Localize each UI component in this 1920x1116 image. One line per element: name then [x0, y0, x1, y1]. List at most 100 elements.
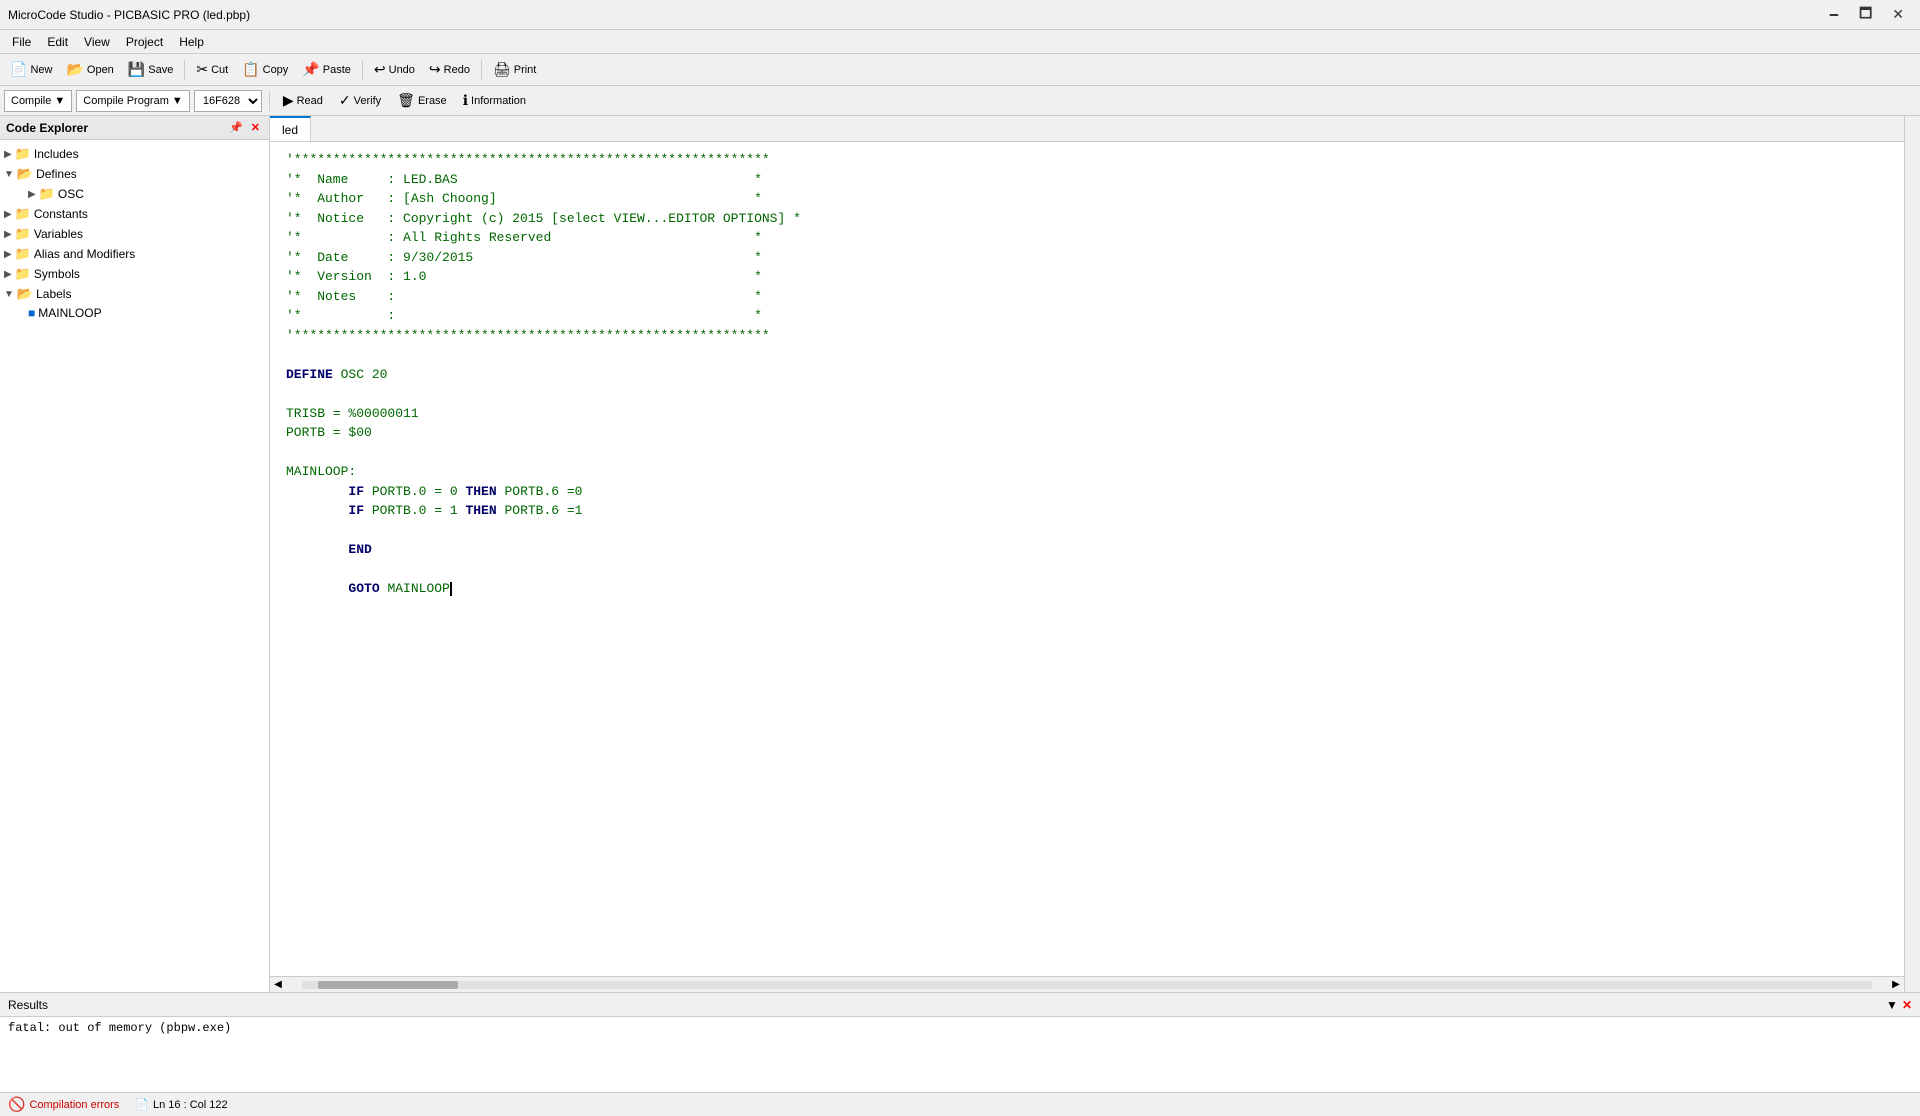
erase-icon: 🗑 [397, 92, 415, 109]
copy-button[interactable]: 📋 Copy [236, 57, 294, 83]
scroll-thumb[interactable] [318, 981, 458, 989]
error-icon: 🚫 [8, 1096, 25, 1113]
tree-item-osc[interactable]: ▶ 📁 OSC [0, 184, 269, 204]
compile-label[interactable]: Compile ▼ [5, 95, 71, 107]
code-content: '***************************************… [270, 146, 1904, 603]
compile-program-dropdown[interactable]: Compile Program ▼ [76, 90, 190, 112]
tree-item-variables[interactable]: ▶ 📁 Variables [0, 224, 269, 244]
file-icon: ■ [28, 306, 35, 320]
open-icon: 📂 [66, 61, 83, 78]
sidebar-header: Code Explorer 📌 ✕ [0, 116, 269, 140]
print-button[interactable]: 🖨 Print [487, 57, 542, 83]
paste-icon: 📌 [302, 61, 319, 78]
tree-item-defines[interactable]: ▼ 📂 Defines [0, 164, 269, 184]
menu-view[interactable]: View [76, 33, 118, 51]
compile-program-label[interactable]: Compile Program ▼ [77, 95, 189, 107]
read-button[interactable]: ▶ Read [277, 88, 329, 114]
results-content: fatal: out of memory (pbpw.exe) [0, 1017, 1920, 1092]
new-label: New [30, 64, 52, 76]
tree-item-includes[interactable]: ▶ 📁 Includes [0, 144, 269, 164]
menu-help[interactable]: Help [171, 33, 212, 51]
scroll-left-button[interactable]: ◀ [270, 979, 286, 990]
print-icon: 🖨 [493, 61, 511, 78]
information-button[interactable]: ℹ Information [457, 88, 532, 114]
editor-area: led '***********************************… [270, 116, 1904, 992]
statusbar: 🚫 Compilation errors 📄 Ln 16 : Col 122 [0, 1092, 1920, 1116]
verify-label: Verify [354, 95, 382, 107]
results-close-button[interactable]: ✕ [1902, 998, 1912, 1012]
horizontal-scrollbar[interactable]: ◀ ▶ [270, 976, 1904, 992]
cut-button[interactable]: ✂ Cut [190, 57, 234, 83]
code-tree: ▶ 📁 Includes ▼ 📂 Defines ▶ 📁 OSC ▶ 📁 Con… [0, 140, 269, 992]
main-area: Code Explorer 📌 ✕ ▶ 📁 Includes ▼ 📂 Defin… [0, 116, 1920, 992]
tab-label: led [282, 123, 298, 137]
minimize-button[interactable]: 🗕 [1821, 1, 1847, 29]
folder-icon: 📁 [15, 266, 31, 282]
device-select[interactable]: 16F628 16F84 [194, 90, 262, 112]
results-controls: ▼ ✕ [1886, 998, 1912, 1012]
error-label: Compilation errors [29, 1099, 119, 1111]
toolbar2: Compile ▼ Compile Program ▼ 16F628 16F84… [0, 86, 1920, 116]
folder-icon: 📁 [15, 206, 31, 222]
scroll-right-button[interactable]: ▶ [1888, 979, 1904, 990]
undo-button[interactable]: ↩ Undo [368, 57, 421, 83]
menubar: File Edit View Project Help [0, 30, 1920, 54]
maximize-button[interactable]: 🗖 [1851, 1, 1880, 29]
tree-item-alias[interactable]: ▶ 📁 Alias and Modifiers [0, 244, 269, 264]
menu-edit[interactable]: Edit [39, 33, 76, 51]
paste-button[interactable]: 📌 Paste [296, 57, 357, 83]
sidebar-title: Code Explorer [6, 121, 88, 135]
arrow-icon: ▶ [28, 189, 36, 200]
cut-icon: ✂ [196, 61, 208, 78]
tree-item-constants[interactable]: ▶ 📁 Constants [0, 204, 269, 224]
folder-icon: 📁 [15, 226, 31, 242]
erase-button[interactable]: 🗑 Erase [391, 88, 453, 114]
copy-icon: 📋 [242, 61, 259, 78]
tree-item-labels[interactable]: ▼ 📂 Labels [0, 284, 269, 304]
folder-icon: 📁 [15, 246, 31, 262]
sidebar-close-button[interactable]: ✕ [248, 120, 263, 135]
open-button[interactable]: 📂 Open [60, 57, 119, 83]
information-icon: ℹ [463, 92, 468, 109]
folder-icon: 📁 [39, 186, 55, 202]
compile-dropdown[interactable]: Compile ▼ [4, 90, 72, 112]
position-label: Ln 16 : Col 122 [153, 1099, 228, 1111]
menu-project[interactable]: Project [118, 33, 171, 51]
arrow-icon: ▶ [4, 249, 12, 260]
cut-label: Cut [211, 64, 228, 76]
arrow-icon: ▶ [4, 149, 12, 160]
folder-icon: 📂 [17, 286, 33, 302]
new-button[interactable]: 📄 New [4, 57, 58, 83]
save-button[interactable]: 💾 Save [122, 57, 180, 83]
verify-button[interactable]: ✓ Verify [333, 88, 387, 114]
undo-icon: ↩ [374, 61, 386, 78]
tree-item-symbols[interactable]: ▶ 📁 Symbols [0, 264, 269, 284]
code-editor[interactable]: '***************************************… [270, 142, 1904, 976]
tree-label: Variables [34, 227, 83, 241]
arrow-icon: ▶ [4, 229, 12, 240]
sidebar-header-controls: 📌 ✕ [226, 120, 263, 135]
vertical-scrollbar[interactable] [1904, 116, 1920, 992]
tab-led[interactable]: led [270, 116, 311, 141]
arrow-icon: ▶ [4, 209, 12, 220]
titlebar: MicroCode Studio - PICBASIC PRO (led.pbp… [0, 0, 1920, 30]
separator-3 [481, 60, 482, 80]
tree-label: Labels [36, 287, 71, 301]
tree-label: Includes [34, 147, 79, 161]
read-icon: ▶ [283, 92, 294, 109]
arrow-icon: ▶ [4, 269, 12, 280]
toolbar: 📄 New 📂 Open 💾 Save ✂ Cut 📋 Copy 📌 Paste… [0, 54, 1920, 86]
results-dropdown-button[interactable]: ▼ [1886, 998, 1898, 1012]
arrow-icon: ▼ [4, 289, 14, 300]
tabs: led [270, 116, 1904, 142]
print-label: Print [514, 64, 537, 76]
tree-item-mainloop[interactable]: ■ MAINLOOP [0, 304, 269, 322]
copy-label: Copy [263, 64, 289, 76]
close-button[interactable]: ✕ [1884, 1, 1912, 29]
separator-2 [362, 60, 363, 80]
sidebar: Code Explorer 📌 ✕ ▶ 📁 Includes ▼ 📂 Defin… [0, 116, 270, 992]
menu-file[interactable]: File [4, 33, 39, 51]
redo-button[interactable]: ↪ Redo [423, 57, 476, 83]
sidebar-pin-button[interactable]: 📌 [226, 120, 246, 135]
scroll-track[interactable] [302, 981, 1872, 989]
